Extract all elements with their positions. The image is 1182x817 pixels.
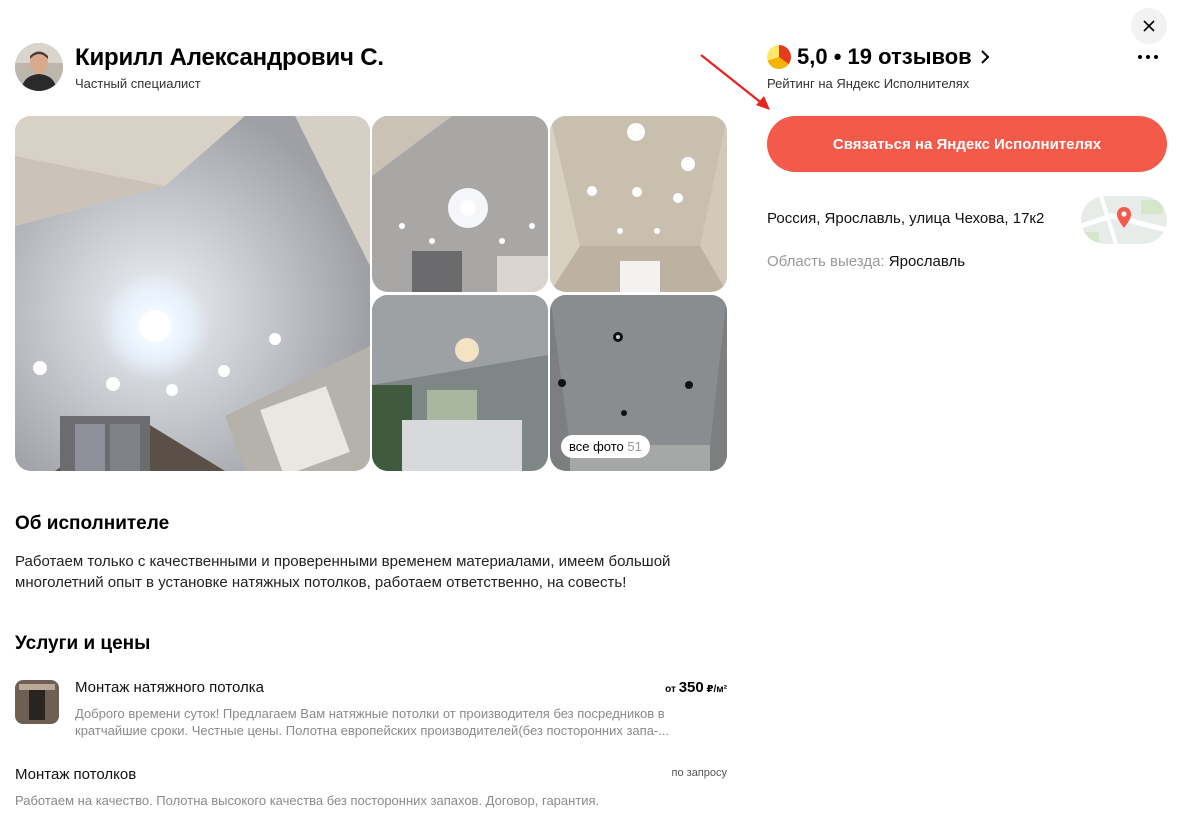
price-value: 350: [678, 679, 704, 696]
service-description: Работаем на качество. Полотна высокого к…: [15, 793, 600, 808]
all-photos-button[interactable]: все фото 51: [561, 435, 650, 458]
rating-caption: Рейтинг на Яндекс Исполнителях: [767, 76, 970, 91]
profile-header: Кирилл Александрович С. Частный специали…: [15, 43, 384, 91]
gallery-photo-main[interactable]: [15, 116, 370, 471]
service-name: Монтаж потолков: [15, 766, 137, 783]
all-photos-label: все фото: [569, 439, 624, 454]
service-price: по запросу: [671, 767, 727, 779]
chevron-right-icon: [980, 50, 990, 64]
service-name: Монтаж натяжного потолка: [75, 679, 264, 696]
close-icon: [1143, 20, 1155, 32]
contact-button[interactable]: Связаться на Яндекс Исполнителях: [767, 116, 1167, 172]
profile-role: Частный специалист: [75, 75, 201, 91]
profile-name: Кирилл Александрович С.: [75, 43, 384, 71]
all-photos-count: 51: [627, 439, 642, 454]
services-title: Услуги и цены: [15, 633, 151, 654]
map-thumbnail[interactable]: [1081, 196, 1167, 244]
service-item[interactable]: Монтаж потолков по запросу Работаем на к…: [15, 765, 727, 809]
gallery-photo-4[interactable]: [372, 295, 548, 471]
gallery-photo-5[interactable]: все фото 51: [550, 295, 727, 471]
annotation-arrow-icon: [700, 54, 770, 110]
price-unit: ₽/м²: [706, 684, 727, 695]
service-area-value: Ярославль: [888, 253, 966, 270]
service-price: от 350 ₽/м²: [665, 679, 727, 696]
about-title: Об исполнителе: [15, 513, 170, 534]
gallery-photo-2[interactable]: [372, 116, 548, 292]
rating-text: 5,0 • 19 отзывов: [797, 44, 972, 69]
more-icon[interactable]: [1138, 50, 1158, 64]
about-text: Работаем только с качественными и провер…: [15, 553, 671, 591]
photo-gallery: все фото 51: [15, 116, 727, 471]
price-prefix: от: [665, 684, 676, 695]
service-area-label: Область выезда:: [767, 253, 885, 270]
avatar: [15, 43, 63, 91]
address: Россия, Ярославль, улица Чехова, 17к2: [767, 210, 1045, 227]
service-item[interactable]: Монтаж натяжного потолка от 350 ₽/м² Доб…: [15, 678, 727, 739]
close-button[interactable]: [1131, 8, 1167, 44]
gallery-photo-3[interactable]: [550, 116, 727, 292]
service-area: Область выезда: Ярославль: [767, 253, 965, 270]
service-thumbnail: [15, 680, 59, 724]
rating-link[interactable]: 5,0 • 19 отзывов: [767, 44, 990, 70]
service-description: Доброго времени суток! Предлагаем Вам на…: [75, 706, 670, 738]
